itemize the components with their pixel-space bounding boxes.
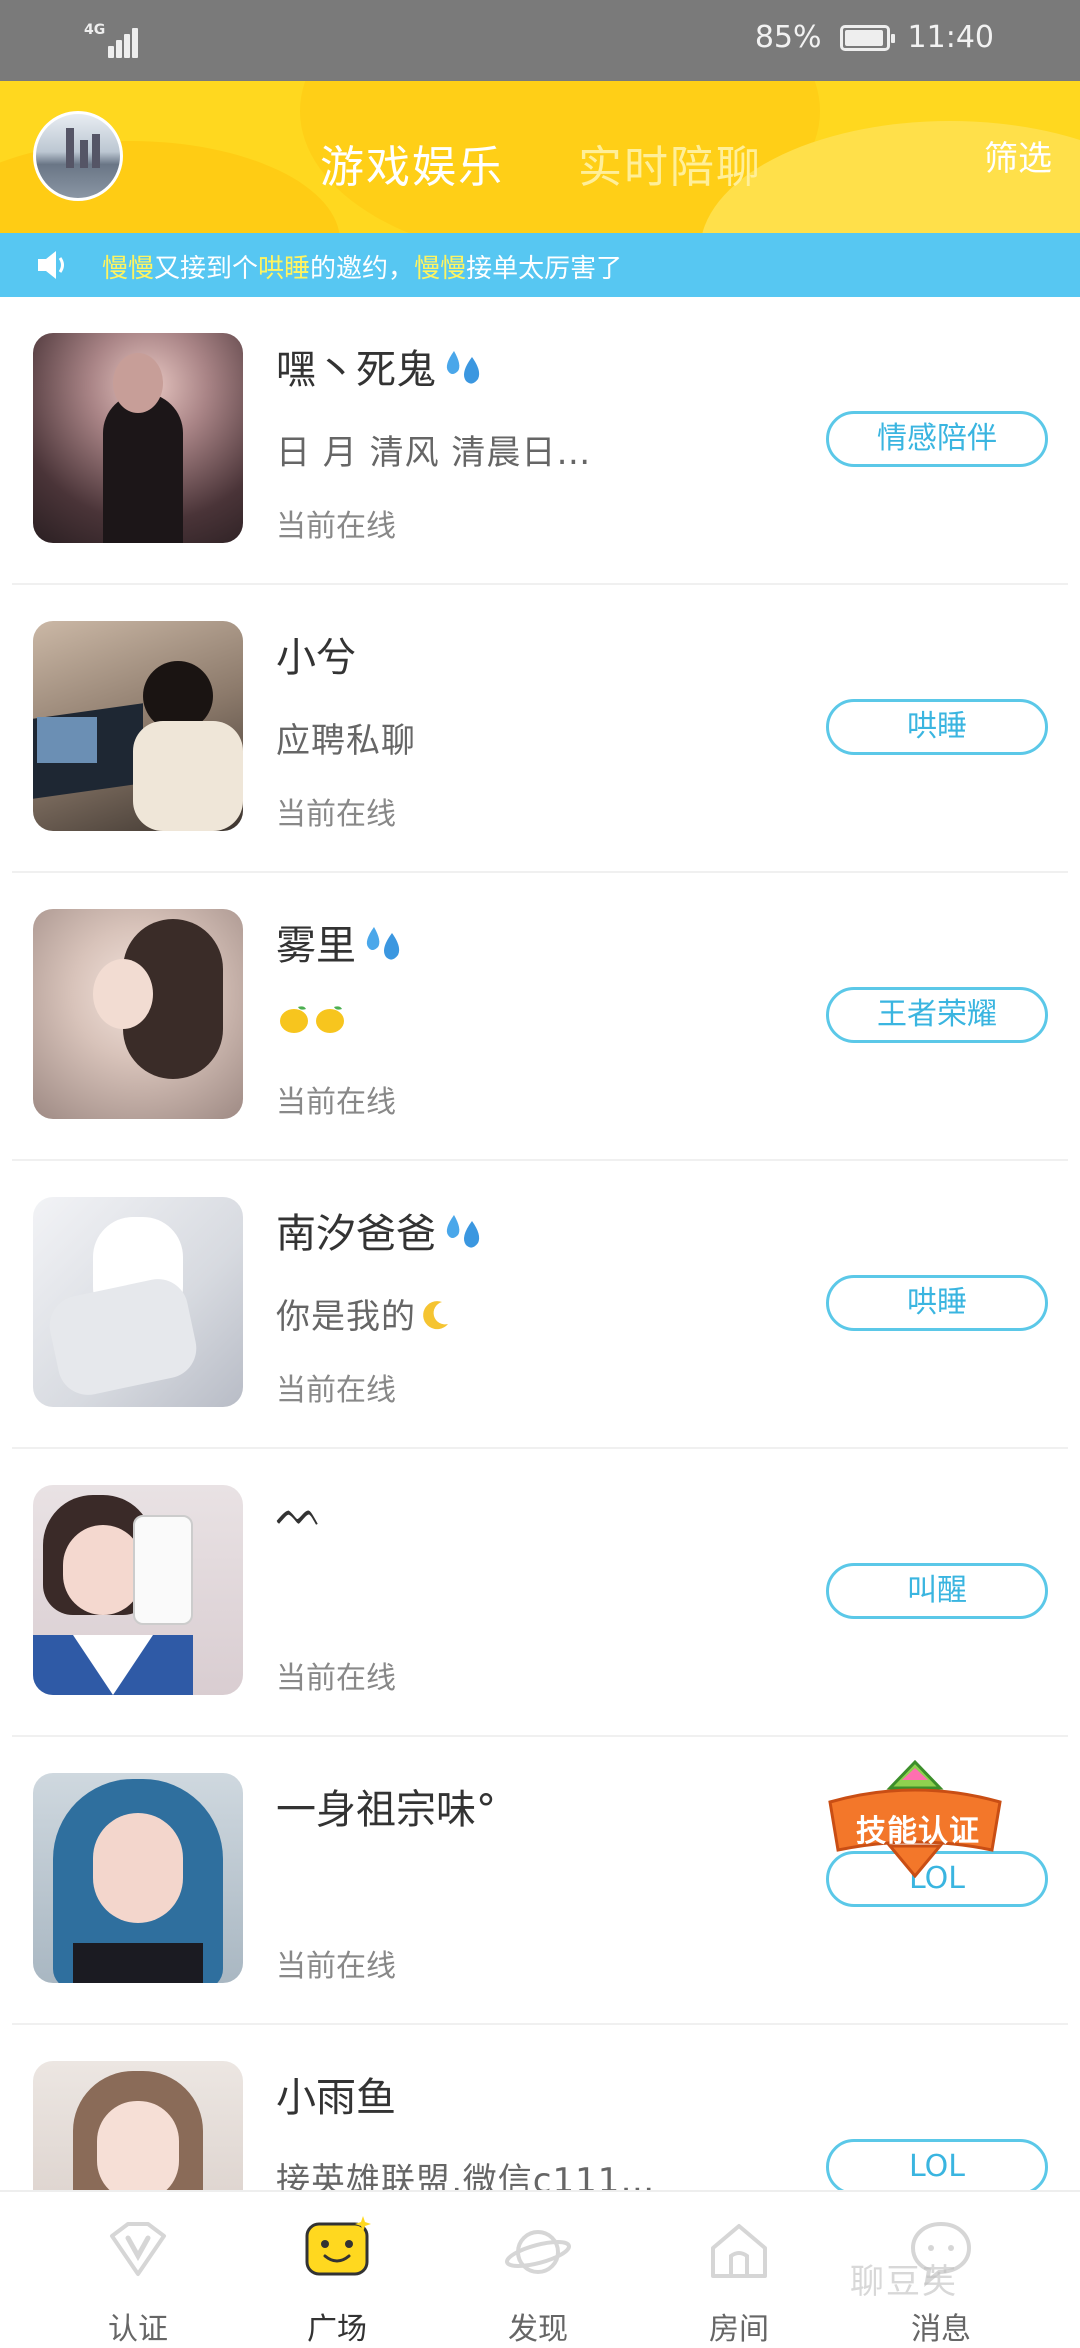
sweat-drop-icon: [446, 351, 480, 384]
online-status: 当前在线: [276, 1085, 396, 1120]
smiley-square-icon: [305, 2216, 371, 2276]
user-name: 小兮: [276, 635, 356, 681]
crescent-moon-icon: [423, 1301, 448, 1330]
service-tag-button[interactable]: 哄睡: [826, 1275, 1048, 1331]
online-status: 当前在线: [276, 1373, 396, 1408]
user-signature: 应聘私聊: [276, 721, 416, 761]
sweat-drop-icon: [366, 927, 400, 960]
skill-certification-badge[interactable]: 技能认证: [820, 1758, 1010, 1879]
service-tag-button[interactable]: 叫醒: [826, 1563, 1048, 1619]
planet-icon: [505, 2230, 571, 2274]
list-item[interactable]: 雾里 当前在线 王者荣耀: [0, 873, 1080, 1161]
announcement-bar: 慢慢又接到个哄睡的邀约，慢慢接单太厉害了: [0, 233, 1080, 297]
user-name: 一身祖宗味°: [276, 1787, 496, 1833]
clock: 11:40: [907, 20, 994, 55]
tab-game-entertainment[interactable]: 游戏娱乐: [320, 131, 504, 195]
service-tag-button[interactable]: LOL: [826, 2139, 1048, 2195]
lemon-emoji-icon: [280, 1006, 308, 1033]
user-photo: [33, 621, 243, 831]
lemon-emoji-icon: [316, 1006, 344, 1033]
filter-button[interactable]: 筛选: [984, 131, 1052, 180]
announcement-text: 慢慢又接到个哄睡的邀约，慢慢接单太厉害了: [102, 254, 623, 284]
user-signature: 日 月 清风 清晨日…: [276, 433, 592, 473]
sweat-drop-icon: [446, 1215, 480, 1248]
user-signature: 你是我的: [276, 1289, 454, 1338]
verify-v-icon: [110, 2222, 166, 2276]
list-item[interactable]: 小兮 应聘私聊 当前在线 哄睡: [0, 585, 1080, 873]
online-status: 当前在线: [276, 509, 396, 544]
nav-verify[interactable]: 认证: [63, 2212, 213, 2348]
tab-live-chat[interactable]: 实时陪聊: [578, 131, 762, 195]
top-header: 游戏娱乐 实时陪聊 筛选: [0, 81, 1080, 233]
nav-square[interactable]: 广场: [262, 2212, 412, 2348]
house-icon: [711, 2224, 767, 2278]
online-status: 当前在线: [276, 1949, 396, 1984]
signal-icon: 4G: [84, 22, 144, 58]
user-photo: [33, 909, 243, 1119]
speaker-icon: [38, 251, 64, 279]
battery-icon: [839, 24, 895, 51]
list-item[interactable]: 南汐爸爸 你是我的 当前在线 哄睡: [0, 1161, 1080, 1449]
user-name: 雾里: [276, 923, 356, 969]
user-name: 嘿丶死鬼: [276, 347, 436, 393]
service-tag-button[interactable]: 情感陪伴: [826, 411, 1048, 467]
user-photo: [33, 1485, 243, 1695]
service-tag-button[interactable]: 哄睡: [826, 699, 1048, 755]
list-item[interactable]: ᨓ 当前在线 叫醒: [0, 1449, 1080, 1737]
user-name: 南汐爸爸: [276, 1211, 436, 1257]
nav-discover[interactable]: 发现: [463, 2212, 613, 2348]
user-avatar[interactable]: [33, 111, 123, 201]
network-type: 4G: [84, 22, 106, 38]
user-photo: [33, 1773, 243, 1983]
battery-percent: 85%: [754, 20, 822, 55]
service-tag-button[interactable]: 王者荣耀: [826, 987, 1048, 1043]
online-status: 当前在线: [276, 797, 396, 832]
online-status: 当前在线: [276, 1661, 396, 1696]
user-photo: [33, 333, 243, 543]
user-name: ᨓ: [276, 1489, 324, 1535]
watermark: 聊豆芙: [850, 2262, 958, 2302]
list-item[interactable]: 嘿丶死鬼 日 月 清风 清晨日… 当前在线 情感陪伴: [0, 297, 1080, 585]
user-signature: [276, 1001, 348, 1042]
nav-room[interactable]: 房间: [664, 2212, 814, 2348]
user-name: 小雨鱼: [276, 2075, 396, 2121]
status-bar: 4G 85% 11:40: [0, 0, 1080, 81]
user-photo: [33, 1197, 243, 1407]
